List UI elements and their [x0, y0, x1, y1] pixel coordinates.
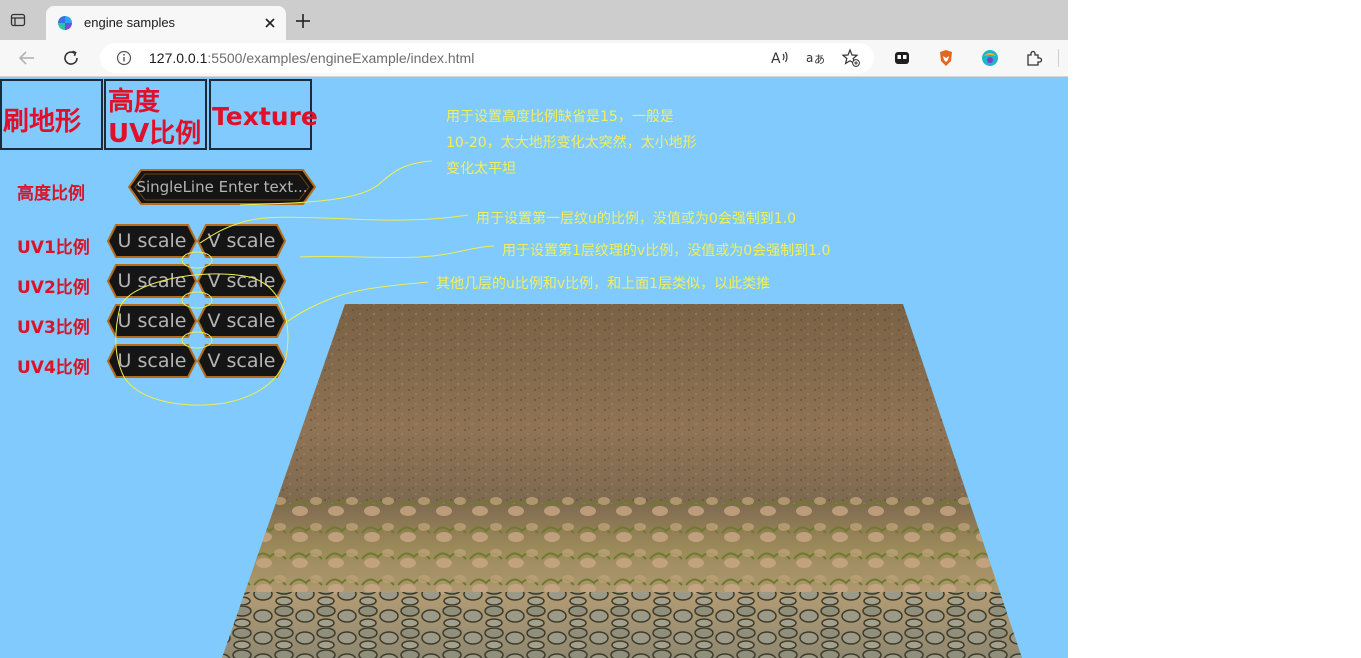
brave-extension-icon[interactable]	[936, 48, 956, 68]
close-icon[interactable]	[261, 14, 279, 32]
new-tab-icon[interactable]	[294, 12, 312, 30]
translate-icon[interactable]: a あ	[805, 49, 825, 67]
browser-tab[interactable]: engine samples	[46, 6, 286, 40]
refresh-icon[interactable]	[61, 48, 81, 68]
toolbar: 127.0.0.1:5500/examples/engineExample/in…	[0, 40, 1068, 77]
tab-actions-icon[interactable]	[10, 12, 26, 28]
favicon-icon	[58, 16, 72, 30]
tab-strip: engine samples	[0, 0, 1068, 40]
collections-icon[interactable]	[892, 48, 912, 68]
url-text[interactable]: 127.0.0.1:5500/examples/engineExample/in…	[149, 50, 474, 66]
favorites-icon[interactable]	[841, 48, 861, 68]
toolbar-divider	[1058, 49, 1059, 67]
browser-window: engine samples 127.0.0.1:5500/examples/e…	[0, 0, 1068, 658]
annotation-strokes	[115, 160, 495, 406]
address-bar[interactable]: 127.0.0.1:5500/examples/engineExample/in…	[100, 43, 874, 73]
tab-title: engine samples	[84, 15, 176, 30]
read-aloud-icon[interactable]: A	[770, 49, 790, 67]
svg-text:あ: あ	[814, 53, 825, 66]
extensions-puzzle-icon[interactable]	[1024, 48, 1044, 68]
svg-text:a: a	[806, 51, 813, 65]
svg-text:A: A	[771, 51, 781, 67]
page-viewport: 刷地形 高度 UV比例 Texture 高度比例 SingleLine Ente…	[0, 77, 1068, 658]
back-icon[interactable]	[17, 48, 37, 68]
extension-icon[interactable]	[980, 48, 1000, 68]
info-icon[interactable]	[116, 50, 132, 66]
